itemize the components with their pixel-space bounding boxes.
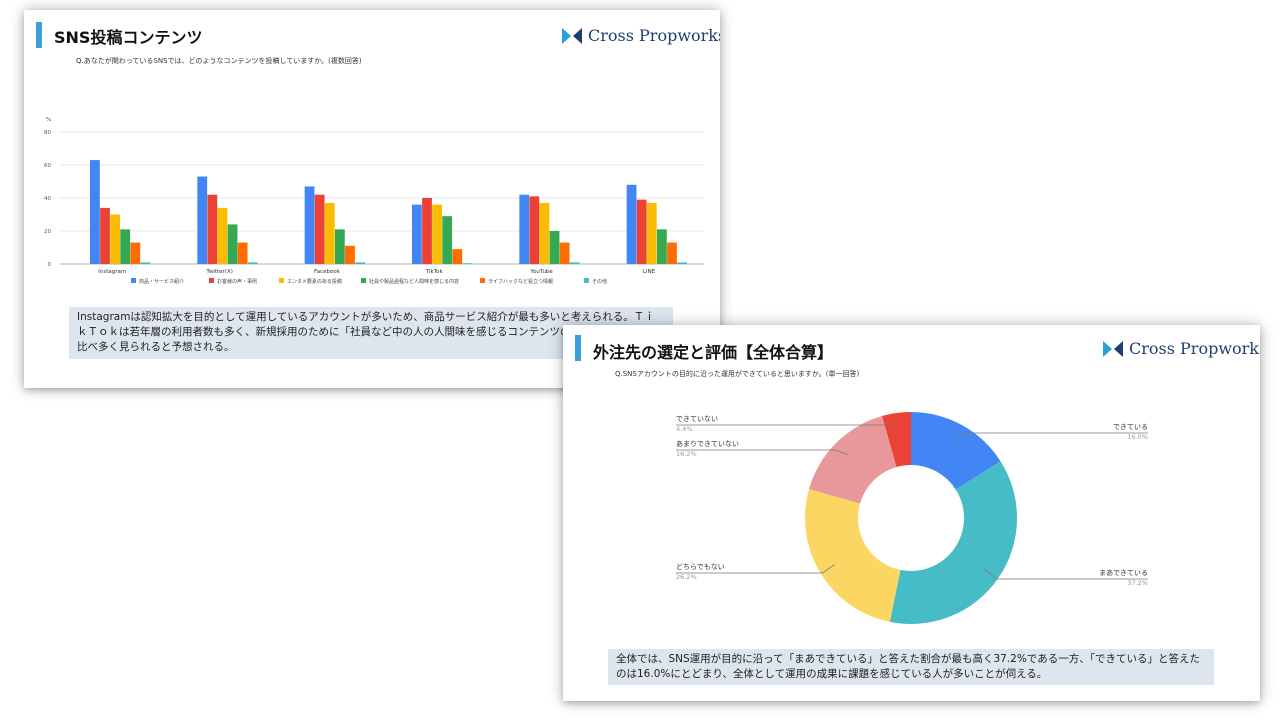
slide-outsourcing-evaluation: 外注先の選定と評価【全体合算】 Cross Propworks Q.SNSアカウ… (563, 325, 1260, 701)
bar (227, 224, 238, 264)
bar (345, 245, 355, 264)
bar (462, 263, 473, 264)
bar (656, 229, 667, 264)
legend-swatch (584, 278, 589, 283)
bar (549, 231, 560, 264)
bar (626, 184, 637, 264)
y-tick-label: 60 (44, 163, 51, 169)
bar (197, 176, 208, 264)
y-axis-unit-label: % (46, 117, 51, 123)
legend-label: お客様の声・事例 (217, 278, 257, 285)
bar (442, 216, 453, 264)
bar (519, 194, 530, 264)
y-tick-label: 80 (44, 130, 51, 136)
slice-label: できていない (676, 415, 718, 423)
x-tick-label: YouTube (529, 269, 553, 275)
donut-chart: できている 16.0% まあできている 37.2% どちらでもない 26.2% あまりできて… (676, 412, 1148, 624)
y-tick-label: 0 (48, 262, 52, 268)
legend-swatch (480, 278, 485, 283)
bar (120, 229, 131, 264)
slice-value: 4.4% (676, 425, 693, 433)
bar (452, 249, 463, 264)
bar (110, 214, 120, 264)
bar (355, 262, 365, 264)
bar (130, 242, 141, 264)
x-tick-label: Twitter(X) (205, 269, 233, 275)
slice-label: できている (1113, 423, 1148, 431)
bar (217, 207, 228, 264)
y-tick-label: 20 (44, 229, 51, 235)
bar (324, 202, 335, 264)
slice-label: どちらでもない (676, 563, 725, 571)
bar (304, 186, 315, 264)
x-tick-label: Instagram (98, 269, 126, 275)
slice-value: 16.0% (1127, 433, 1148, 441)
bar (667, 242, 677, 264)
bar (432, 204, 442, 264)
bar (646, 202, 657, 264)
legend-swatch (361, 278, 366, 283)
donut-slice (809, 416, 897, 504)
bar (529, 196, 540, 264)
legend-swatch (131, 278, 136, 283)
bar (90, 160, 100, 264)
y-tick-label: 40 (44, 196, 51, 202)
bar (334, 229, 345, 264)
leader-line (676, 449, 848, 456)
slice-label: あまりできていない (676, 440, 739, 448)
slice-value: 26.2% (676, 573, 697, 581)
x-tick-label: TikTok (425, 269, 444, 275)
slice-label: まあできている (1099, 569, 1148, 577)
bar (100, 207, 110, 264)
slice-value: 37.2% (1127, 579, 1148, 587)
bar (237, 242, 248, 264)
legend-label: 商品・サービス紹介 (139, 278, 184, 285)
summary-note: 全体では、SNS運用が目的に沿って「まあできている」と答えた割合が最も高く37.… (608, 649, 1214, 685)
bar (207, 194, 218, 264)
bar (314, 194, 325, 264)
x-tick-label: Facebook (314, 269, 341, 275)
bar (539, 202, 550, 264)
bar (677, 262, 687, 264)
bar (412, 204, 422, 264)
leader-line (953, 432, 1148, 440)
legend-swatch (279, 278, 284, 283)
legend-label: 社員や製品過程など人間味を感じる内容 (369, 278, 459, 285)
slice-value: 16.2% (676, 450, 697, 458)
legend-label: その他 (592, 278, 607, 285)
donut-slice (805, 489, 901, 622)
legend-label: エンタメ要素のある投稿 (287, 278, 342, 285)
bar (559, 242, 570, 264)
bar (140, 262, 151, 264)
legend-swatch (209, 278, 214, 283)
bar (569, 262, 580, 264)
bar-chart: % 0 20 40 60 80 Instagram Twitter(X) Facebook Tik… (44, 117, 704, 285)
legend-label: ライフハックなど役立つ情報 (488, 278, 553, 285)
x-tick-label: LINE (643, 269, 656, 275)
bar (636, 199, 647, 264)
bar (422, 198, 432, 264)
bar (247, 262, 258, 264)
